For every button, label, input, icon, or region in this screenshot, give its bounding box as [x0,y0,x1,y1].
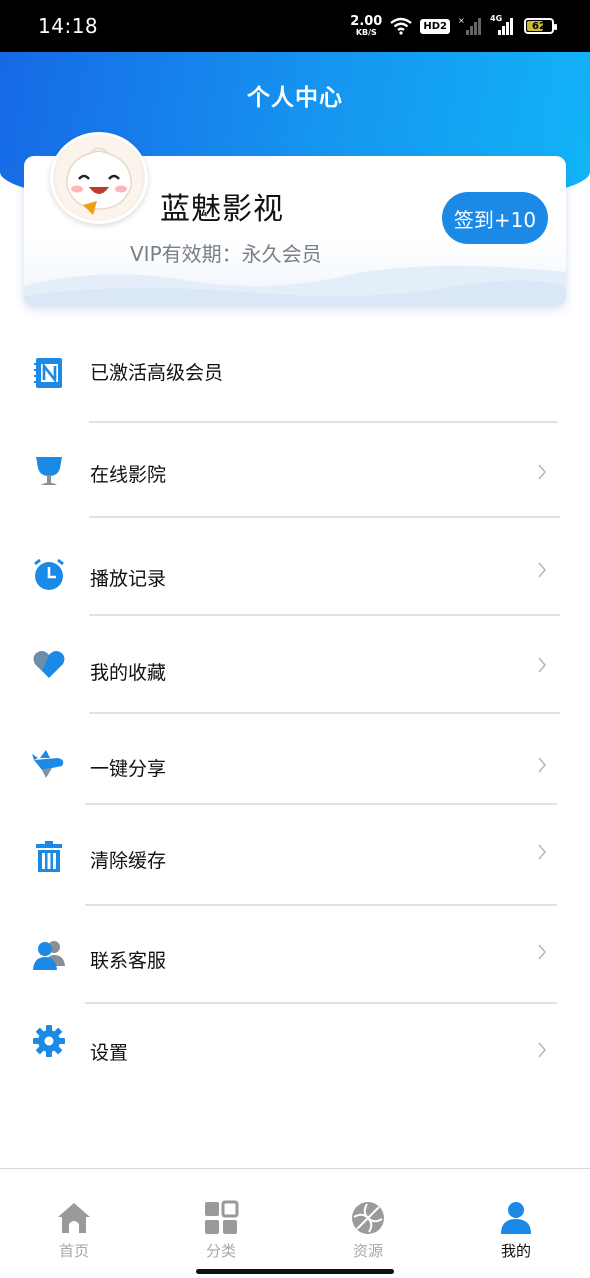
menu-label: 已激活高级会员 [90,362,224,384]
nav-tab-home[interactable]: 首页 [34,1196,114,1266]
ball-icon [352,1202,384,1234]
nav-tab-category[interactable]: 分类 [181,1196,261,1266]
menu-label: 一键分享 [90,758,167,780]
notebook-n-icon [34,358,62,388]
trophy-cup-icon [36,457,62,485]
nav-label: 我的 [500,1242,531,1260]
chevron-right-icon [538,562,547,578]
divider [89,712,560,714]
gear-icon [33,1025,65,1057]
menu-item-clear-cache[interactable]: 清除缓存 [0,826,590,886]
chevron-right-icon [538,1042,547,1058]
signal-no-service-icon: × [458,16,481,35]
menu-label: 设置 [90,1042,129,1064]
trash-icon [36,841,62,872]
menu-item-online-cinema[interactable]: 在线影院 [0,440,590,500]
divider [89,421,558,423]
menu-label: 播放记录 [90,568,167,590]
battery-level: 62 [532,20,546,32]
chevron-right-icon [538,757,547,773]
status-icons: 2.00 KB/S HD2 × 4G 62 [350,12,557,40]
chevron-right-icon [538,464,547,480]
battery-icon: 62 [524,18,557,34]
users-icon [33,941,65,970]
network-speed: 2.00 KB/S [350,15,382,37]
signal-4g-icon: 4G [490,14,516,36]
divider [89,516,560,518]
menu-label: 清除缓存 [90,850,167,872]
page-title: 个人中心 [247,85,343,111]
wifi-icon [390,17,413,35]
signin-button[interactable]: 签到+10 [442,192,548,244]
menu-item-vip[interactable]: 已激活高级会员 [0,340,590,400]
grid-icon [205,1200,239,1234]
menu-label: 在线影院 [90,464,167,486]
divider [85,1002,557,1004]
status-bar: 14:18 2.00 KB/S HD2 × 4G 62 [0,0,590,52]
chevron-right-icon [538,944,547,960]
vip-status: VIP有效期：永久会员 [130,242,322,266]
avatar[interactable] [50,132,148,224]
airplane-share-icon [32,750,64,778]
svg-text:×: × [458,16,465,25]
menu-label: 我的收藏 [90,662,167,684]
menu-label: 联系客服 [90,950,167,972]
status-time: 14:18 [38,14,99,38]
nav-tab-mine[interactable]: 我的 [476,1196,556,1266]
network-speed-unit: KB/S [355,28,377,37]
chevron-right-icon [538,844,547,860]
alarm-clock-icon [34,558,64,590]
nav-label: 首页 [58,1242,89,1260]
nav-label: 分类 [205,1242,236,1260]
divider [85,803,557,805]
network-speed-value: 2.00 [350,14,383,29]
divider [89,614,560,616]
person-icon [501,1202,531,1234]
username: 蓝魅影视 [160,192,284,227]
menu-item-favorites[interactable]: 我的收藏 [0,638,590,698]
divider [85,904,557,906]
home-indicator [196,1269,394,1274]
menu-item-share[interactable]: 一键分享 [0,734,590,794]
heart-icon [33,651,65,678]
nav-label: 资源 [352,1242,383,1260]
menu-item-settings[interactable]: 设置 [0,1018,590,1078]
chevron-right-icon [538,657,547,673]
home-icon [58,1203,90,1233]
nav-tab-resources[interactable]: 资源 [328,1196,408,1266]
menu-item-play-history[interactable]: 播放记录 [0,544,590,604]
hd-voice-badge: HD2 [420,18,450,34]
menu-item-customer-service[interactable]: 联系客服 [0,926,590,986]
